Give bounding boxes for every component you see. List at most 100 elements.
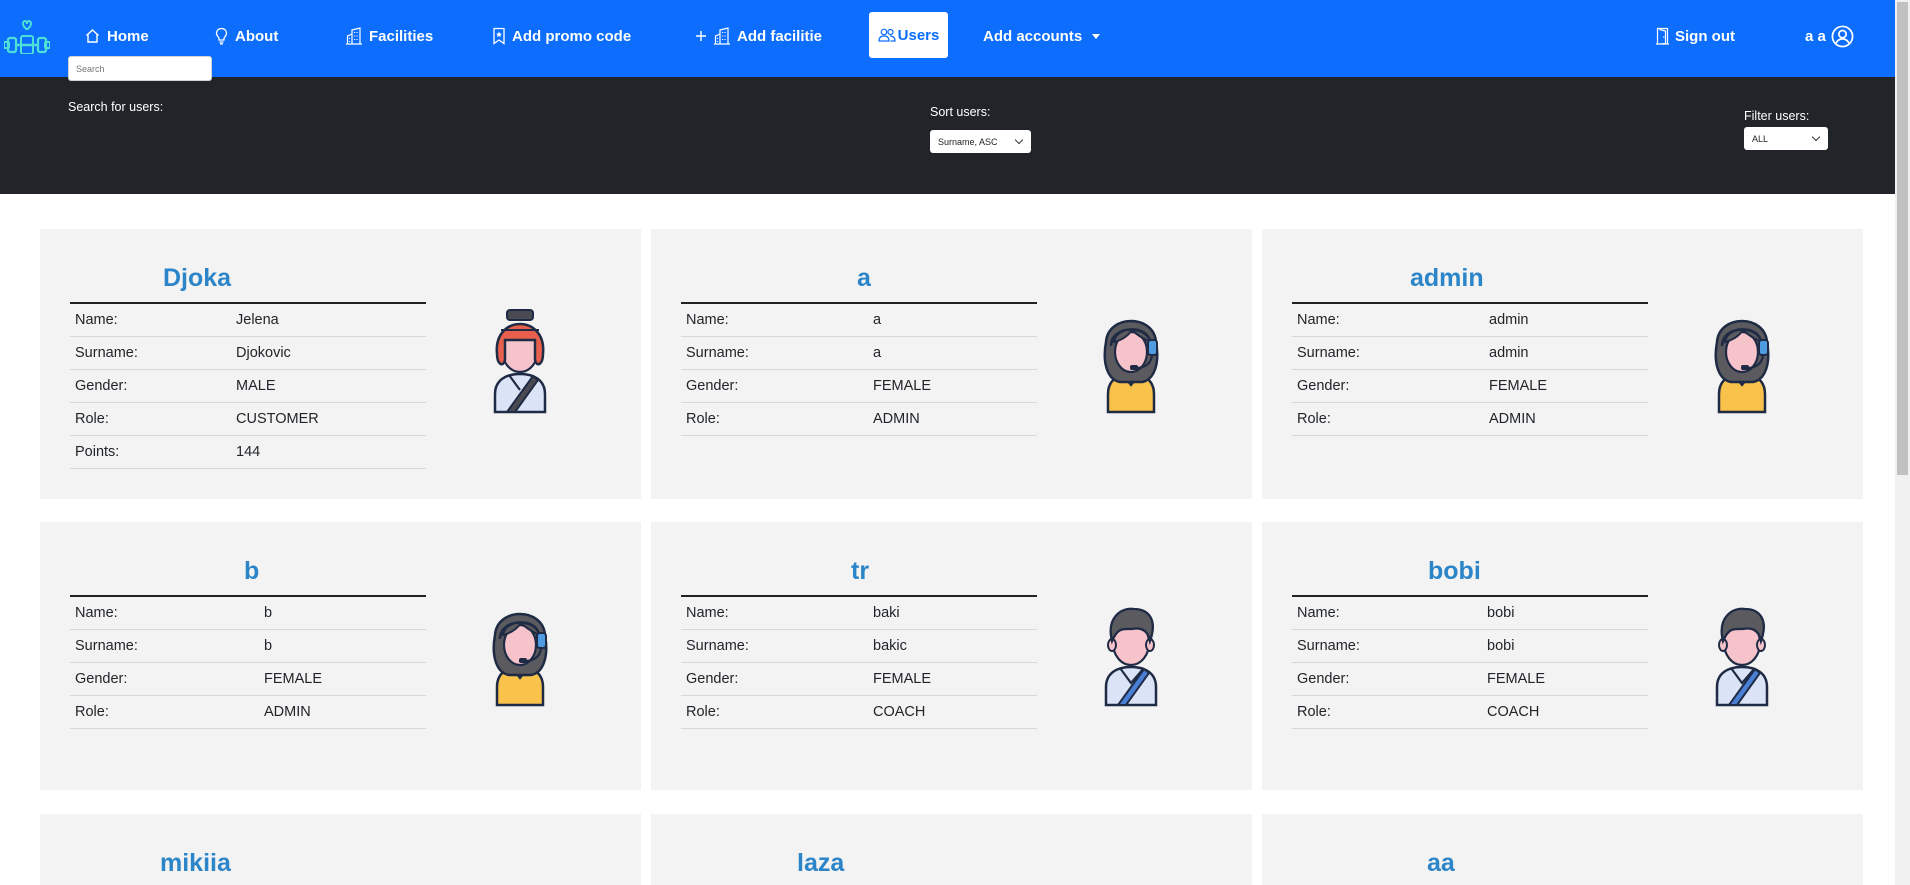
gender-label: Gender: [75,378,128,394]
gender-value: FEMALE [873,671,932,687]
user-card[interactable]: admin Name: admin Surname: admin Gender: FE… [1262,229,1863,499]
nav-about[interactable]: About [214,0,278,72]
name-value: a [873,312,882,328]
plus-icon [696,31,706,41]
name-label: Name: [686,605,729,621]
info-row-surname: Surname: b [70,630,426,663]
info-row-surname: Surname: a [681,337,1037,370]
chevron-down-icon [1811,132,1821,142]
info-row-surname: Surname: Djokovic [70,337,426,370]
info-row-gender: Gender: FEMALE [681,370,1037,403]
sort-select[interactable]: Surname, ASC [930,130,1031,153]
user-card[interactable]: tr Name: baki Surname: bakic Gender: FEMALE… [651,522,1252,790]
user-username: aa [1427,849,1455,877]
nav-add-accounts-dropdown[interactable]: Add accounts [983,0,1101,72]
surname-value: bakic [873,638,907,654]
name-label: Name: [1297,312,1340,328]
surname-value: a [873,345,882,361]
gender-value: FEMALE [1489,378,1548,394]
filter-label: Filter users: [1744,109,1810,123]
surname-value: admin [1489,345,1529,361]
scrollbar-thumb[interactable] [1897,2,1908,475]
user-card[interactable]: aa [1262,814,1863,885]
info-row-surname: Surname: bakic [681,630,1037,663]
info-row-surname: Surname: bobi [1292,630,1648,663]
info-row-gender: Gender: FEMALE [1292,663,1648,696]
nav-add-accounts-label: Add accounts [983,27,1083,45]
gender-label: Gender: [75,671,128,687]
info-row-name: Name: b [70,597,426,630]
user-initials: a a [1805,27,1826,45]
gender-label: Gender: [686,671,739,687]
surname-value: Djokovic [236,345,291,361]
info-row-name: Name: baki [681,597,1037,630]
info-row-gender: Gender: FEMALE [70,663,426,696]
user-card[interactable]: b Name: b Surname: b Gender: FEMALE Role: AD… [40,522,641,790]
admin-headset-icon [1103,319,1159,414]
user-card[interactable]: Djoka Name: Jelena Surname: Djokovic Gende… [40,229,641,499]
sort-select-value: Surname, ASC [938,136,998,147]
coach-icon [1104,607,1158,707]
user-username: a [857,264,871,292]
info-row-surname: Surname: admin [1292,337,1648,370]
info-row-role: Role: COACH [1292,696,1648,729]
role-label: Role: [75,704,109,720]
nav-sign-out-label: Sign out [1675,27,1735,45]
search-input[interactable] [68,56,212,81]
name-label: Name: [686,312,729,328]
role-label: Role: [686,411,720,427]
surname-label: Surname: [75,638,138,654]
user-username: b [244,557,260,585]
surname-label: Surname: [75,345,138,361]
filter-select[interactable]: ALL [1744,127,1828,150]
gender-value: MALE [236,378,276,394]
nav-user-menu[interactable]: a a [1805,0,1854,72]
points-value: 144 [236,444,261,460]
user-username: laza [797,849,845,877]
page-scrollbar[interactable] [1895,0,1910,885]
admin-headset-icon [492,612,548,707]
gender-label: Gender: [686,378,739,394]
nav-add-promo-code[interactable]: Add promo code [492,0,631,72]
user-username: bobi [1428,557,1481,585]
user-card[interactable]: bobi Name: bobi Surname: bobi Gender: FEMAL… [1262,522,1863,790]
role-label: Role: [686,704,720,720]
chevron-down-icon [1014,135,1024,145]
nav-sign-out[interactable]: Sign out [1656,0,1735,72]
user-username: admin [1410,264,1484,292]
role-value: ADMIN [873,411,920,427]
door-icon [1656,27,1669,45]
info-row-name: Name: bobi [1292,597,1648,630]
role-value: COACH [873,704,926,720]
name-label: Name: [75,312,118,328]
search-label: Search for users: [68,100,164,114]
home-icon [86,29,99,43]
nav-users-label: Users [897,26,940,44]
gender-label: Gender: [1297,671,1350,687]
gender-value: FEMALE [1487,671,1546,687]
buildings-icon [346,27,362,45]
nav-add-facility[interactable]: Add facilitie [695,0,822,72]
admin-headset-icon [1714,319,1770,414]
navbar: Home About Facilities Add promo code Add… [0,0,1895,77]
nav-add-facility-label: Add facilitie [737,27,823,45]
gender-value: FEMALE [873,378,932,394]
role-value: COACH [1487,704,1540,720]
info-row-role: Role: COACH [681,696,1037,729]
name-value: bobi [1487,605,1515,621]
logo-icon[interactable] [4,18,50,54]
sort-label: Sort users: [930,105,991,119]
surname-label: Surname: [686,345,749,361]
nav-users[interactable]: Users [869,12,948,58]
lightbulb-icon [215,27,228,45]
name-label: Name: [1297,605,1340,621]
user-card[interactable]: laza [651,814,1252,885]
coach-icon [1715,607,1769,707]
info-row-gender: Gender: MALE [70,370,426,403]
nav-facilities[interactable]: Facilities [345,0,433,72]
user-card[interactable]: a Name: a Surname: a Gender: FEMALE Role: AD… [651,229,1252,499]
name-value: b [264,605,273,621]
user-card[interactable]: mikiia [40,814,641,885]
user-username: Djoka [163,264,232,292]
user-username: tr [851,557,870,585]
